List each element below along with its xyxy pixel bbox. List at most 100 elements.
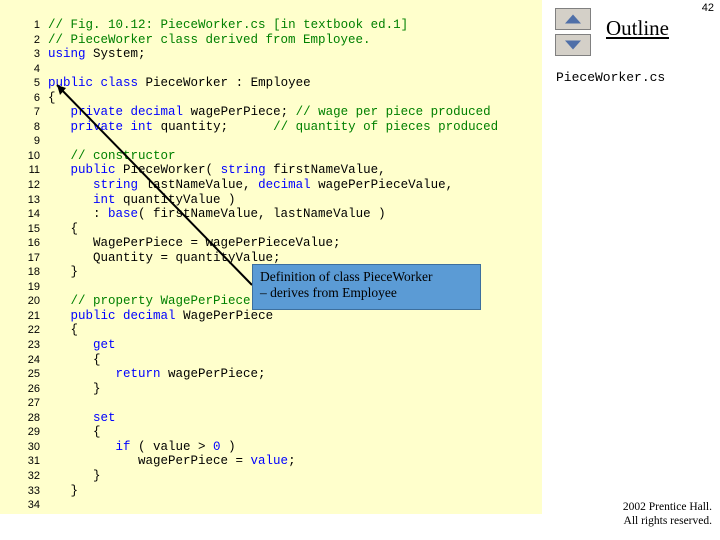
- line-number: 32: [27, 469, 40, 482]
- code-token: wagePerPieceValue,: [310, 178, 454, 193]
- code-token: ( firstNameValue, lastNameValue ): [138, 207, 386, 222]
- code-token: class: [100, 76, 139, 91]
- code-token: 0: [213, 439, 221, 454]
- code-line: string lastNameValue, decimal wagePerPie…: [48, 178, 538, 193]
- code-token: int: [130, 119, 154, 134]
- code-line: private int quantity; // quantity of pie…: [48, 120, 538, 135]
- code-token: PieceWorker : Employee: [138, 76, 311, 91]
- triangle-up-icon: [565, 14, 581, 24]
- line-number: 16: [27, 237, 40, 250]
- line-number: 21: [27, 309, 40, 322]
- line-number-gutter: 1 2 3 4 5 6 7 8 9 10 11 12 13 14 15 16 17 18 19 20 21 22 23 24 2…: [0, 18, 40, 513]
- code-line: get: [48, 338, 538, 353]
- code-line: using System;: [48, 47, 538, 62]
- code-token: wagePerPiece;: [160, 367, 266, 382]
- code-token: // wage per piece produced: [295, 105, 491, 120]
- code-token: get: [93, 338, 116, 353]
- code-line: public PieceWorker( string firstNameValu…: [48, 163, 538, 178]
- code-token: {: [48, 425, 101, 440]
- outline-title: Outline: [606, 16, 669, 40]
- scroll-down-button[interactable]: [555, 34, 591, 56]
- code-token: }: [48, 483, 79, 498]
- code-token: wagePerPiece;: [183, 105, 296, 120]
- line-number: 11: [28, 164, 40, 177]
- code-line: {: [48, 425, 538, 440]
- line-number: 7: [33, 106, 40, 119]
- copyright-notice: 2002 Prentice Hall. All rights reserved.: [542, 500, 712, 528]
- line-number: 15: [27, 222, 40, 235]
- code-token: // property WagePerPiece: [70, 294, 251, 309]
- scroll-up-button[interactable]: [555, 8, 591, 30]
- code-line: if ( value > 0 ): [48, 440, 538, 455]
- line-number: 23: [27, 339, 40, 352]
- code-line: public class PieceWorker : Employee: [48, 76, 538, 91]
- code-token: ( value >: [130, 439, 214, 454]
- code-line: // constructor: [48, 149, 538, 164]
- code-line: // PieceWorker class derived from Employ…: [48, 33, 538, 48]
- line-number: 17: [27, 251, 40, 264]
- code-line: }: [48, 484, 538, 499]
- code-token: quantity;: [153, 119, 274, 134]
- line-number: 33: [27, 484, 40, 497]
- code-token: WagePerPiece: [175, 308, 274, 323]
- code-token: private: [70, 119, 124, 134]
- code-token: return: [115, 367, 161, 382]
- code-token: set: [93, 410, 116, 425]
- code-token: wagePerPiece =: [48, 454, 251, 469]
- code-line: WagePerPiece = wagePerPieceValue;: [48, 236, 538, 251]
- code-token: // quantity of pieces produced: [273, 119, 499, 134]
- copyright-line-1: 2002 Prentice Hall.: [622, 501, 712, 513]
- code-token: :: [48, 207, 109, 222]
- right-rail: 42 Outline PieceWorker.cs 2002 Prentice …: [542, 0, 720, 540]
- code-line: set: [48, 411, 538, 426]
- line-number: 31: [27, 455, 40, 468]
- code-token: PieceWorker.cs: [160, 18, 266, 32]
- line-number: 5: [33, 77, 40, 90]
- line-number: 18: [27, 266, 40, 279]
- line-number: 4: [33, 62, 40, 75]
- code-token: {: [48, 221, 79, 236]
- code-token: WagePerPiece = wagePerPieceValue;: [48, 236, 341, 251]
- code-token: int: [93, 192, 116, 207]
- line-number: 27: [27, 397, 40, 410]
- code-token: [in textbook ed.1]: [265, 18, 409, 32]
- line-number: 30: [27, 440, 40, 453]
- code-token: quantityValue ): [115, 192, 236, 207]
- code-line: {: [48, 323, 538, 338]
- code-token: PieceWorker(: [115, 163, 221, 178]
- code-token: System;: [85, 47, 146, 62]
- line-number: 8: [33, 120, 40, 133]
- page-number: 42: [701, 2, 714, 14]
- callout-line-1: Definition of class PieceWorker: [260, 269, 433, 284]
- code-line: int quantityValue ): [48, 193, 538, 208]
- code-token: Quantity = quantityValue;: [48, 250, 281, 265]
- line-number: 34: [27, 499, 40, 512]
- code-token: value: [250, 454, 289, 469]
- code-token: string: [93, 178, 139, 193]
- code-line: }: [48, 469, 538, 484]
- code-line: public decimal WagePerPiece: [48, 309, 538, 324]
- line-number: 12: [27, 179, 40, 192]
- code-listing-panel: 1 2 3 4 5 6 7 8 9 10 11 12 13 14 15 16 17 18 19 20 21 22 23 24 2…: [0, 0, 542, 514]
- triangle-down-icon: [565, 40, 581, 50]
- line-number: 29: [27, 426, 40, 439]
- code-line: // Fig. 10.12: PieceWorker.cs [in textbo…: [48, 18, 538, 33]
- callout-line-2: – derives from Employee: [260, 285, 397, 300]
- outline-file-name: PieceWorker.cs: [556, 70, 666, 85]
